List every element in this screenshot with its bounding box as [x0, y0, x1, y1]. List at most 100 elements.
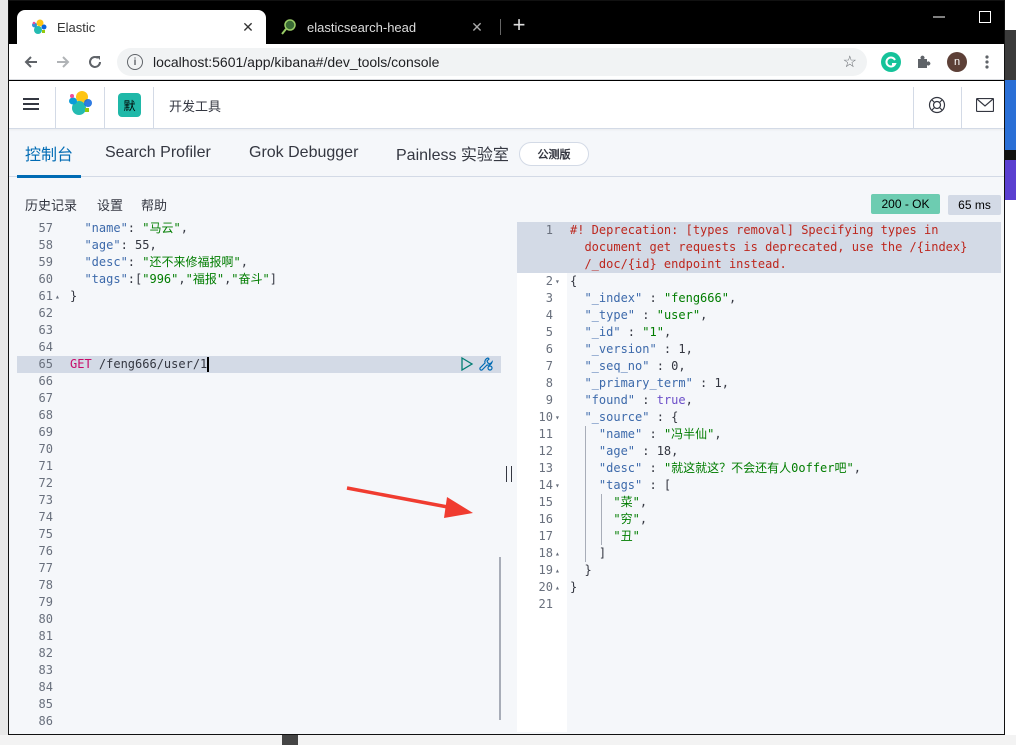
- code-line[interactable]: 72: [17, 475, 501, 492]
- extensions-puzzle-icon[interactable]: [913, 52, 933, 72]
- address-bar[interactable]: i localhost:5601/app/kibana#/dev_tools/c…: [117, 48, 867, 76]
- fold-toggle-icon[interactable]: ▾: [555, 273, 565, 290]
- code-line[interactable]: 84: [17, 679, 501, 696]
- space-avatar[interactable]: 默: [118, 93, 141, 117]
- code-line[interactable]: 64: [17, 339, 501, 356]
- code-line[interactable]: 66: [17, 373, 501, 390]
- new-tab-button[interactable]: +: [507, 13, 531, 37]
- code-line[interactable]: 58 "age": 55,: [17, 237, 501, 254]
- code-line[interactable]: 19 ▴ }: [517, 562, 1001, 579]
- tab-grok-debugger[interactable]: Grok Debugger: [249, 129, 358, 177]
- elastic-logo-icon[interactable]: [67, 91, 93, 117]
- grammarly-extension-icon[interactable]: [881, 52, 901, 72]
- code-line[interactable]: 74: [17, 509, 501, 526]
- code-line[interactable]: 8 "_primary_term" : 1,: [517, 375, 1001, 392]
- close-tab-icon[interactable]: ✕: [238, 19, 258, 36]
- minimize-button[interactable]: [916, 1, 962, 33]
- fold-toggle-icon[interactable]: ▾: [555, 477, 565, 494]
- code-line[interactable]: 79: [17, 594, 501, 611]
- code-line[interactable]: 3 "_index" : "feng666",: [517, 290, 1001, 307]
- reload-button[interactable]: [83, 50, 107, 74]
- fold-toggle-icon[interactable]: ▴: [555, 579, 565, 596]
- menu-toggle-icon[interactable]: [23, 95, 43, 115]
- profile-avatar[interactable]: n: [947, 52, 967, 72]
- code-line[interactable]: 80: [17, 611, 501, 628]
- menu-history[interactable]: 历史记录: [25, 195, 77, 214]
- code-line[interactable]: 67: [17, 390, 501, 407]
- code-line[interactable]: 5 "_id" : "1",: [517, 324, 1001, 341]
- help-lifebuoy-icon[interactable]: [927, 95, 947, 115]
- code-line[interactable]: 18 ▴ ]: [517, 545, 1001, 562]
- bookmark-star-icon[interactable]: ☆: [843, 52, 857, 72]
- code-line[interactable]: document get requests is deprecated, use…: [517, 239, 1001, 256]
- code-line[interactable]: 2 ▾ {: [517, 273, 1001, 290]
- code-line[interactable]: 81: [17, 628, 501, 645]
- code-line[interactable]: 62: [17, 305, 501, 322]
- newsfeed-mail-icon[interactable]: [975, 95, 995, 115]
- code-line[interactable]: 60 "tags":["996","福报","奋斗"]: [17, 271, 501, 288]
- code-line[interactable]: 83: [17, 662, 501, 679]
- code-line[interactable]: 68: [17, 407, 501, 424]
- code-line[interactable]: 63: [17, 322, 501, 339]
- code-line[interactable]: 75: [17, 526, 501, 543]
- code-line[interactable]: 14 ▾ "tags" : [: [517, 477, 1001, 494]
- code-line[interactable]: 7 "_seq_no" : 0,: [517, 358, 1001, 375]
- code-line[interactable]: 9 "found" : true,: [517, 392, 1001, 409]
- code-line[interactable]: 16 "穷",: [517, 511, 1001, 528]
- menu-settings[interactable]: 设置: [97, 195, 123, 214]
- tab-search-profiler[interactable]: Search Profiler: [105, 129, 211, 177]
- browser-tab-elasticsearch-head[interactable]: elasticsearch-head ✕: [267, 10, 495, 44]
- code-token: "found": [570, 393, 636, 407]
- panel-resize-handle[interactable]: [506, 466, 512, 482]
- code-line[interactable]: 4 "_type" : "user",: [517, 307, 1001, 324]
- code-line[interactable]: 15 "菜",: [517, 494, 1001, 511]
- fold-toggle-icon[interactable]: ▴: [55, 288, 65, 305]
- code-line[interactable]: 71: [17, 458, 501, 475]
- code-line[interactable]: 21: [517, 596, 1001, 613]
- code-line[interactable]: 70: [17, 441, 501, 458]
- maximize-button[interactable]: [962, 1, 1004, 33]
- tab-painless-lab[interactable]: Painless 实验室: [396, 129, 509, 177]
- fold-toggle-icon[interactable]: ▴: [555, 562, 565, 579]
- code-line[interactable]: 6 "_version" : 1,: [517, 341, 1001, 358]
- close-tab-icon[interactable]: ✕: [467, 19, 487, 36]
- code-line[interactable]: 57 "name": "马云",: [17, 222, 501, 237]
- code-line[interactable]: 85: [17, 696, 501, 713]
- code-line[interactable]: 61 ▴}: [17, 288, 501, 305]
- code-line[interactable]: 12 "age" : 18,: [517, 443, 1001, 460]
- info-icon[interactable]: i: [127, 54, 143, 70]
- code-line[interactable]: 1 #! Deprecation: [types removal] Specify…: [517, 222, 1001, 239]
- code-line[interactable]: 78: [17, 577, 501, 594]
- run-request-play-icon[interactable]: [460, 356, 474, 372]
- code-line[interactable]: 13 "desc" : "就这就这？不会还有人0offer吧",: [517, 460, 1001, 477]
- code-line[interactable]: 65 GET /feng666/user/1: [17, 356, 501, 373]
- code-line[interactable]: 10 ▾ "_source" : {: [517, 409, 1001, 426]
- wrench-actions-icon[interactable]: [478, 356, 494, 372]
- response-output[interactable]: 1 #! Deprecation: [types removal] Specify…: [517, 222, 1001, 732]
- code-line[interactable]: 73: [17, 492, 501, 509]
- code-text: document get requests is deprecated, use…: [570, 239, 967, 256]
- editor-scrollbar[interactable]: [499, 557, 501, 720]
- code-line[interactable]: 20 ▴}: [517, 579, 1001, 596]
- forward-button[interactable]: [51, 50, 75, 74]
- code-line[interactable]: 86: [17, 713, 501, 730]
- url-text[interactable]: localhost:5601/app/kibana#/dev_tools/con…: [153, 54, 843, 70]
- code-line[interactable]: 17 "丑": [517, 528, 1001, 545]
- request-editor[interactable]: 57 "name": "马云", 58 "age": 55, 59 "desc": …: [17, 222, 501, 732]
- tab-console[interactable]: 控制台: [16, 129, 82, 178]
- browser-tab-elastic[interactable]: Elastic ✕: [17, 10, 266, 44]
- fold-toggle-icon[interactable]: ▾: [555, 409, 565, 426]
- code-line[interactable]: 11 "name" : "冯半仙",: [517, 426, 1001, 443]
- fold-toggle-icon[interactable]: ▴: [555, 545, 565, 562]
- code-line[interactable]: 76: [17, 543, 501, 560]
- menu-help[interactable]: 帮助: [141, 195, 167, 214]
- code-line[interactable]: /_doc/{id} endpoint instead.: [517, 256, 1001, 273]
- code-token: ,: [663, 325, 672, 339]
- browser-menu-icon[interactable]: [977, 52, 997, 72]
- line-number: 13: [538, 461, 553, 475]
- code-line[interactable]: 69: [17, 424, 501, 441]
- code-line[interactable]: 82: [17, 645, 501, 662]
- code-line[interactable]: 77: [17, 560, 501, 577]
- code-line[interactable]: 59 "desc": "还不来修福报啊",: [17, 254, 501, 271]
- back-button[interactable]: [19, 50, 43, 74]
